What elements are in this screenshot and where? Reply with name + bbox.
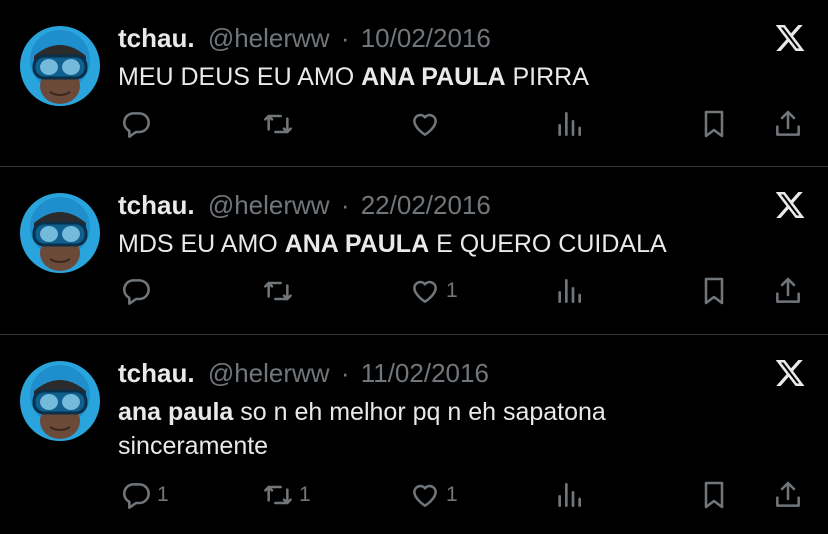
comment-icon (123, 279, 150, 305)
tweet[interactable]: tchau. @helerww · 11/02/2016 ana paula s… (0, 335, 828, 534)
heart-icon (413, 113, 437, 136)
x-logo-icon (775, 192, 805, 218)
heart-icon (413, 484, 437, 507)
reply-button[interactable]: 1 (120, 477, 169, 513)
text-part: E QUERO CUIDALA (429, 230, 667, 258)
tweet-header: tchau. @helerww · 22/02/2016 (118, 189, 491, 221)
text-bold: ANA PAULA (361, 63, 506, 91)
share-button[interactable] (772, 106, 804, 142)
avatar[interactable] (20, 361, 100, 441)
retweet-button[interactable] (262, 273, 299, 309)
views-icon (558, 483, 581, 507)
avatar[interactable] (20, 26, 100, 106)
x-logo-icon (775, 360, 805, 386)
share-button[interactable] (772, 477, 804, 513)
timestamp[interactable]: 22/02/2016 (361, 190, 491, 220)
text-part: MEU DEUS EU AMO (118, 63, 362, 91)
share-icon (776, 277, 800, 303)
handle[interactable]: @helerww (208, 190, 330, 220)
tweet-text: ana paula so n eh melhor pq n eh sapaton… (118, 395, 688, 463)
text-bold: ana paula (118, 398, 234, 426)
like-count: 1 (446, 483, 458, 506)
handle[interactable]: @helerww (208, 358, 330, 388)
comment-icon (123, 112, 150, 138)
bookmark-button[interactable] (698, 273, 730, 309)
reply-count: 1 (157, 483, 169, 506)
timestamp[interactable]: 10/02/2016 (361, 23, 491, 53)
share-icon (776, 481, 800, 507)
bookmark-icon (704, 481, 724, 509)
handle[interactable]: @helerww (208, 23, 330, 53)
like-button[interactable]: 1 (409, 477, 458, 513)
separator: · (340, 358, 350, 388)
retweet-count: 1 (299, 483, 311, 506)
x-logo-icon (775, 25, 805, 51)
bookmark-icon (704, 277, 724, 305)
text-part: MDS EU AMO (118, 230, 285, 258)
tweet-header: tchau. @helerww · 11/02/2016 (118, 357, 489, 389)
text-bold: ANA PAULA (284, 230, 430, 258)
bookmark-button[interactable] (698, 477, 730, 513)
like-button[interactable]: 1 (409, 273, 458, 309)
retweet-button[interactable]: 1 (262, 477, 311, 513)
views-button[interactable] (553, 106, 585, 142)
reply-button[interactable] (120, 273, 157, 309)
retweet-button[interactable] (262, 106, 299, 142)
retweet-icon (264, 485, 292, 505)
views-button[interactable] (553, 273, 585, 309)
avatar[interactable] (20, 193, 100, 273)
tweet-text: MEU DEUS EU AMO ANA PAULA PIRRA (118, 60, 788, 94)
timestamp[interactable]: 11/02/2016 (361, 358, 489, 388)
action-bar: 1 1 1 (0, 477, 828, 513)
views-icon (558, 279, 581, 303)
bookmark-button[interactable] (698, 106, 730, 142)
separator: · (340, 190, 350, 220)
reply-button[interactable] (120, 106, 157, 142)
retweet-icon (264, 114, 292, 134)
like-button[interactable] (409, 106, 446, 142)
display-name[interactable]: tchau. (118, 190, 195, 220)
share-icon (776, 110, 800, 136)
action-bar: 1 (0, 273, 828, 309)
heart-icon (413, 280, 437, 303)
text-part: PIRRA (505, 63, 589, 91)
tweet[interactable]: tchau. @helerww · 22/02/2016 MDS EU AMO … (0, 167, 828, 334)
tweet[interactable]: tchau. @helerww · 10/02/2016 MEU DEUS EU… (0, 0, 828, 166)
separator: · (340, 23, 350, 53)
share-button[interactable] (772, 273, 804, 309)
display-name[interactable]: tchau. (118, 23, 195, 53)
comment-icon (123, 483, 150, 509)
action-bar (0, 106, 828, 142)
views-icon (558, 112, 581, 136)
views-button[interactable] (553, 477, 585, 513)
retweet-icon (264, 281, 292, 301)
tweet-header: tchau. @helerww · 10/02/2016 (118, 22, 491, 54)
display-name[interactable]: tchau. (118, 358, 195, 388)
like-count: 1 (446, 279, 458, 302)
tweet-text: MDS EU AMO ANA PAULA E QUERO CUIDALA (118, 227, 788, 261)
bookmark-icon (704, 110, 724, 138)
